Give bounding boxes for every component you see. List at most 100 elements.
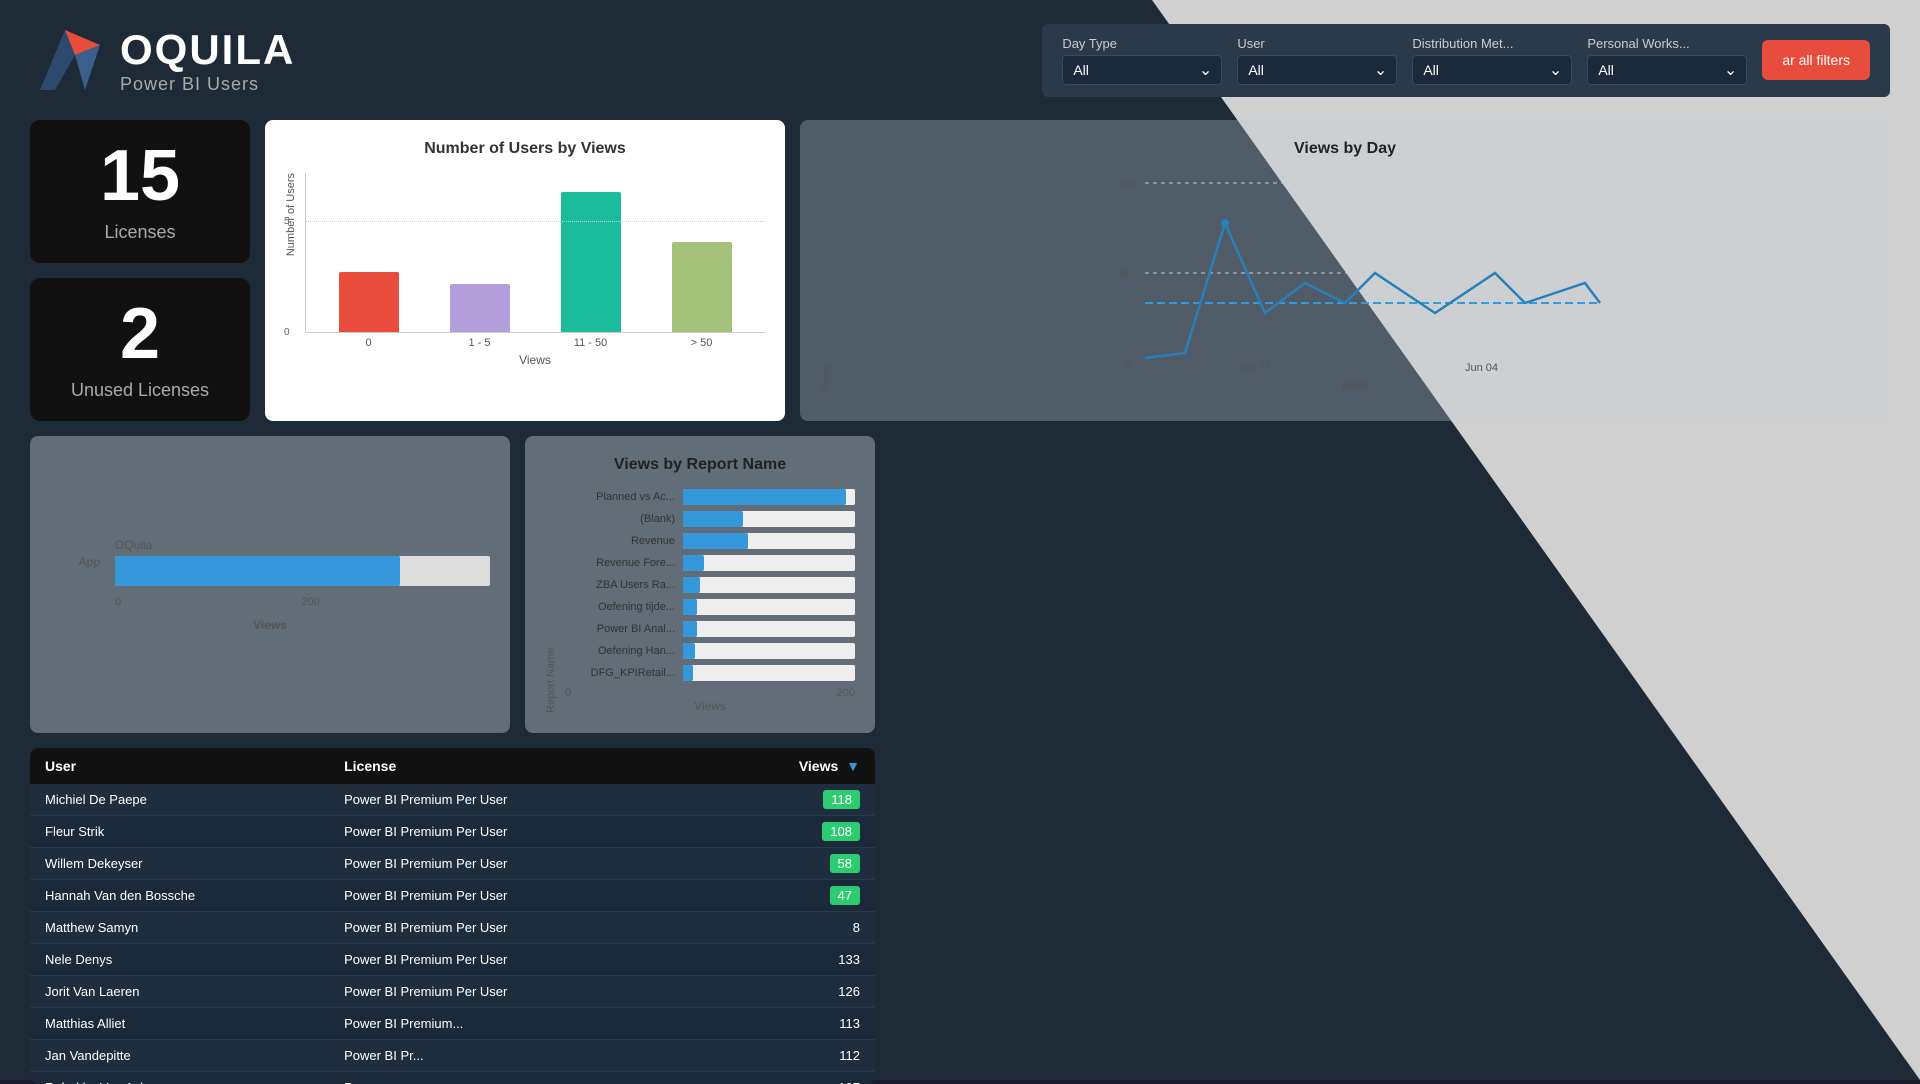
report-bar-oefening-han: Oefening Han... (565, 643, 855, 659)
table-row: Matthew Samyn Power BI Premium Per User … (30, 912, 875, 944)
user-table-panel: User License Views ▼ Michiel De Paepe Po… (30, 748, 875, 1084)
report-bar-planned: Planned vs Ac... (565, 489, 855, 505)
report-label: Planned vs Ac... (565, 491, 675, 503)
unused-label: Unused Licenses (50, 380, 230, 401)
workspace-label: Personal Works... (1587, 36, 1747, 51)
table-row: Matthias Alliet Power BI Premium... 113 (30, 1008, 875, 1040)
logo-subtitle: Power BI Users (120, 74, 295, 95)
cell-views: 58 (715, 856, 860, 871)
report-track (683, 511, 855, 527)
cell-license: Power BI Pr... (344, 1048, 705, 1063)
cell-user: Willem Dekeyser (45, 856, 334, 871)
views-by-report-panel: Views by Report Name Report Name Planned… (525, 436, 875, 733)
cell-user: Michiel De Paepe (45, 792, 334, 807)
licenses-number: 15 (50, 140, 230, 212)
cell-license: Power BI Premium Per User (344, 952, 705, 967)
filters-area: Day Type All User All Distribution Met..… (1042, 24, 1890, 97)
bar-1-5 (450, 284, 510, 332)
report-label: Revenue Fore... (565, 557, 675, 569)
header: OQUILA Power BI Users Day Type All User … (30, 20, 1890, 100)
unused-card: 2 Unused Licenses (30, 278, 250, 421)
logo-text: OQUILA Power BI Users (120, 26, 295, 95)
report-fill (683, 577, 700, 593)
logo-name: OQUILA (120, 26, 295, 74)
report-x-tick-0: 0 (565, 687, 571, 699)
report-track (683, 489, 855, 505)
report-bar-revenue-fore: Revenue Fore... (565, 555, 855, 571)
report-fill (683, 489, 846, 505)
table-row: Jorit Van Laeren Power BI Premium Per Us… (30, 976, 875, 1008)
cell-license: Power BI Premium Per User (344, 920, 705, 935)
bar-group-1-5 (427, 284, 534, 332)
distribution-select[interactable]: All (1412, 55, 1572, 85)
day-type-filter: Day Type All (1062, 36, 1222, 85)
cell-user: Jorit Van Laeren (45, 984, 334, 999)
svg-text:100: 100 (1120, 177, 1140, 191)
users-by-views-xlabel: Views (305, 353, 765, 367)
header-license: License (344, 758, 705, 774)
bar-0 (339, 272, 399, 332)
report-fill (683, 599, 697, 615)
logo-icon (30, 20, 110, 100)
user-filter: User All (1237, 36, 1397, 85)
svg-text:Jun 04: Jun 04 (1465, 362, 1498, 373)
app-chart-ylabel: App (50, 555, 100, 569)
oquila-label: OQuila (115, 538, 490, 552)
report-fill (683, 621, 697, 637)
clear-filters-button[interactable]: ar all filters (1762, 40, 1870, 80)
report-label: (Blank) (565, 513, 675, 525)
cell-views: 118 (715, 792, 860, 807)
report-track (683, 621, 855, 637)
day-type-select[interactable]: All (1062, 55, 1222, 85)
report-bar-blank: (Blank) (565, 511, 855, 527)
views-by-report-ylabel: Report Name (545, 489, 557, 713)
bar-50 (672, 242, 732, 332)
user-select[interactable]: All (1237, 55, 1397, 85)
cell-views: 8 (715, 920, 860, 935)
cell-license: Power BI Premium Per User (344, 984, 705, 999)
cell-user: Nele Denys (45, 952, 334, 967)
cell-license: Power... (344, 1080, 705, 1084)
licenses-card: 15 Licenses (30, 120, 250, 263)
views-badge: 58 (830, 854, 860, 873)
day-type-label: Day Type (1062, 36, 1222, 51)
table-row: Jan Vandepitte Power BI Pr... 112 (30, 1040, 875, 1072)
table-body[interactable]: Michiel De Paepe Power BI Premium Per Us… (30, 784, 875, 1084)
table-row: Nele Denys Power BI Premium Per User 133 (30, 944, 875, 976)
svg-text:0: 0 (1125, 357, 1132, 371)
table-row: Fleur Strik Power BI Premium Per User 10… (30, 816, 875, 848)
cell-views: 108 (715, 824, 860, 839)
report-fill (683, 555, 704, 571)
report-label: Power BI Anal... (565, 623, 675, 635)
app-x-tick-200: 200 (131, 596, 490, 608)
views-by-day-xlabel: Date (840, 378, 1870, 392)
report-fill (683, 643, 695, 659)
bar-group-0 (316, 272, 423, 332)
app-x-tick-0: 0 (115, 596, 121, 608)
cell-license: Power BI Premium... (344, 1016, 705, 1031)
table-row: Willem Dekeyser Power BI Premium Per Use… (30, 848, 875, 880)
workspace-filter: Personal Works... All (1587, 36, 1747, 85)
users-by-views-panel: Number of Users by Views Number of Users… (265, 120, 785, 421)
cell-views: 126 (715, 984, 860, 999)
views-by-day-ylabel: Views (820, 173, 832, 392)
cell-user: Jan Vandepitte (45, 1048, 334, 1063)
report-track (683, 665, 855, 681)
report-bar-zba: ZBA Users Ra... (565, 577, 855, 593)
report-fill (683, 533, 748, 549)
bar-xlabel-1-5: 1 - 5 (426, 337, 533, 349)
distribution-filter: Distribution Met... All (1412, 36, 1572, 85)
header-views: Views ▼ (715, 758, 860, 774)
workspace-wrapper: All (1587, 55, 1747, 85)
table-row: Rebekka Van Acker Power... 107 (30, 1072, 875, 1084)
svg-text:May 21: May 21 (1235, 362, 1271, 373)
views-badge: 118 (823, 790, 860, 809)
cell-license: Power BI Premium Per User (344, 856, 705, 871)
views-by-day-panel: Views by Day Views 100 50 0 (800, 120, 1890, 421)
report-label: DFG_KPIRetail... (565, 667, 675, 679)
bar-group-11-50 (538, 192, 645, 332)
bar-xlabel-11-50: 11 - 50 (537, 337, 644, 349)
cell-license: Power BI Premium Per User (344, 792, 705, 807)
workspace-select[interactable]: All (1587, 55, 1747, 85)
views-badge: 108 (822, 822, 860, 841)
